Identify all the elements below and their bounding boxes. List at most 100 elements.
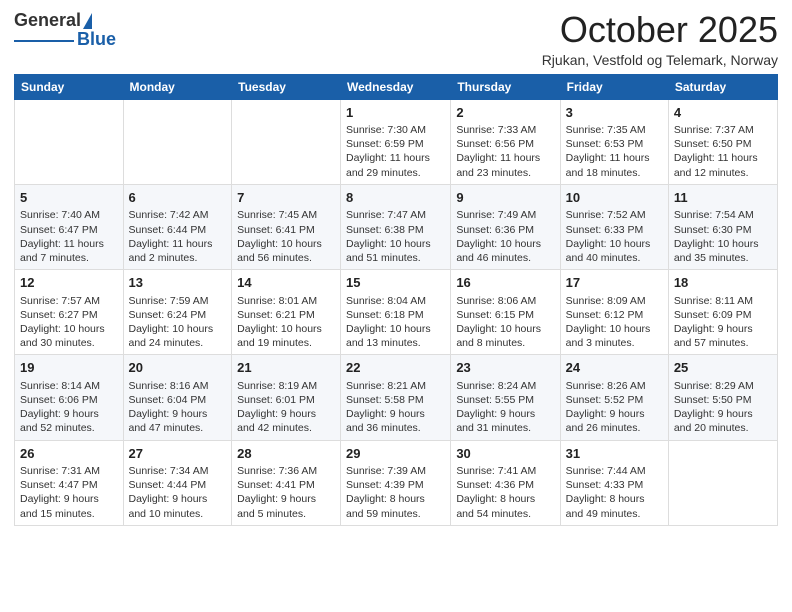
- day-number: 27: [129, 445, 227, 463]
- calendar-cell: 5Sunrise: 7:40 AM Sunset: 6:47 PM Daylig…: [15, 184, 124, 269]
- header-row: Sunday Monday Tuesday Wednesday Thursday…: [15, 74, 778, 99]
- col-thursday: Thursday: [451, 74, 560, 99]
- day-info: Sunrise: 7:49 AM Sunset: 6:36 PM Dayligh…: [456, 208, 554, 265]
- day-info: Sunrise: 8:24 AM Sunset: 5:55 PM Dayligh…: [456, 379, 554, 436]
- day-number: 24: [566, 359, 663, 377]
- week-row-4: 19Sunrise: 8:14 AM Sunset: 6:06 PM Dayli…: [15, 355, 778, 440]
- day-info: Sunrise: 7:40 AM Sunset: 6:47 PM Dayligh…: [20, 208, 118, 265]
- day-info: Sunrise: 7:36 AM Sunset: 4:41 PM Dayligh…: [237, 464, 335, 521]
- calendar-cell: 14 Sunrise: 8:01 AM Sunset: 6:21 PM Dayli…: [232, 270, 341, 355]
- day-info: Sunrise: 7:30 AM Sunset: 6:59 PM Dayligh…: [346, 123, 445, 180]
- day-number: 13: [129, 274, 227, 292]
- day-info: Sunrise: 8:04 AM Sunset: 6:18 PM Dayligh…: [346, 294, 445, 351]
- day-number: 22: [346, 359, 445, 377]
- calendar-cell: 26Sunrise: 7:31 AM Sunset: 4:47 PM Dayli…: [15, 440, 124, 525]
- calendar-cell: 9Sunrise: 7:49 AM Sunset: 6:36 PM Daylig…: [451, 184, 560, 269]
- day-number: 9: [456, 189, 554, 207]
- calendar-cell: 1Sunrise: 7:30 AM Sunset: 6:59 PM Daylig…: [341, 99, 451, 184]
- day-number: 8: [346, 189, 445, 207]
- calendar-cell: 12 Sunrise: 7:57 AM Sunset: 6:27 PM Dayli…: [15, 270, 124, 355]
- col-wednesday: Wednesday: [341, 74, 451, 99]
- day-number: 14: [237, 274, 335, 292]
- day-number: 12: [20, 274, 118, 292]
- logo-general-text: General: [14, 10, 81, 31]
- day-info: Sunrise: 8:21 AM Sunset: 5:58 PM Dayligh…: [346, 379, 445, 436]
- day-number: 17: [566, 274, 663, 292]
- calendar-cell: 30Sunrise: 7:41 AM Sunset: 4:36 PM Dayli…: [451, 440, 560, 525]
- calendar-cell: 10Sunrise: 7:52 AM Sunset: 6:33 PM Dayli…: [560, 184, 668, 269]
- day-info: Sunrise: 7:47 AM Sunset: 6:38 PM Dayligh…: [346, 208, 445, 265]
- col-sunday: Sunday: [15, 74, 124, 99]
- week-row-2: 5Sunrise: 7:40 AM Sunset: 6:47 PM Daylig…: [15, 184, 778, 269]
- calendar-cell: 20Sunrise: 8:16 AM Sunset: 6:04 PM Dayli…: [123, 355, 232, 440]
- calendar-cell: 7Sunrise: 7:45 AM Sunset: 6:41 PM Daylig…: [232, 184, 341, 269]
- col-friday: Friday: [560, 74, 668, 99]
- calendar-cell: 11Sunrise: 7:54 AM Sunset: 6:30 PM Dayli…: [668, 184, 777, 269]
- calendar-cell: [232, 99, 341, 184]
- calendar-cell: 24 Sunrise: 8:26 AM Sunset: 5:52 PM Dayli…: [560, 355, 668, 440]
- day-info: Sunrise: 8:16 AM Sunset: 6:04 PM Dayligh…: [129, 379, 227, 436]
- month-title: October 2025: [542, 10, 778, 50]
- calendar-table: Sunday Monday Tuesday Wednesday Thursday…: [14, 74, 778, 526]
- day-number: 26: [20, 445, 118, 463]
- calendar-cell: 18Sunrise: 8:11 AM Sunset: 6:09 PM Dayli…: [668, 270, 777, 355]
- day-info: Sunrise: 7:57 AM Sunset: 6:27 PM Dayligh…: [20, 294, 118, 351]
- day-info: Sunrise: 8:26 AM Sunset: 5:52 PM Dayligh…: [566, 379, 663, 436]
- day-number: 15: [346, 274, 445, 292]
- day-info: Sunrise: 7:39 AM Sunset: 4:39 PM Dayligh…: [346, 464, 445, 521]
- day-number: 21: [237, 359, 335, 377]
- calendar-cell: 28Sunrise: 7:36 AM Sunset: 4:41 PM Dayli…: [232, 440, 341, 525]
- calendar-cell: 19Sunrise: 8:14 AM Sunset: 6:06 PM Dayli…: [15, 355, 124, 440]
- calendar-cell: 25Sunrise: 8:29 AM Sunset: 5:50 PM Dayli…: [668, 355, 777, 440]
- calendar-cell: 17 Sunrise: 8:09 AM Sunset: 6:12 PM Dayli…: [560, 270, 668, 355]
- calendar-cell: 2Sunrise: 7:33 AM Sunset: 6:56 PM Daylig…: [451, 99, 560, 184]
- day-info: Sunrise: 7:41 AM Sunset: 4:36 PM Dayligh…: [456, 464, 554, 521]
- week-row-5: 26Sunrise: 7:31 AM Sunset: 4:47 PM Dayli…: [15, 440, 778, 525]
- day-info: Sunrise: 7:52 AM Sunset: 6:33 PM Dayligh…: [566, 208, 663, 265]
- day-number: 10: [566, 189, 663, 207]
- col-monday: Monday: [123, 74, 232, 99]
- calendar-cell: [123, 99, 232, 184]
- day-info: Sunrise: 7:34 AM Sunset: 4:44 PM Dayligh…: [129, 464, 227, 521]
- calendar-cell: 3Sunrise: 7:35 AM Sunset: 6:53 PM Daylig…: [560, 99, 668, 184]
- day-info: Sunrise: 8:11 AM Sunset: 6:09 PM Dayligh…: [674, 294, 772, 351]
- day-number: 28: [237, 445, 335, 463]
- day-info: Sunrise: 7:35 AM Sunset: 6:53 PM Dayligh…: [566, 123, 663, 180]
- day-number: 29: [346, 445, 445, 463]
- calendar-cell: 27Sunrise: 7:34 AM Sunset: 4:44 PM Dayli…: [123, 440, 232, 525]
- col-saturday: Saturday: [668, 74, 777, 99]
- day-info: Sunrise: 7:45 AM Sunset: 6:41 PM Dayligh…: [237, 208, 335, 265]
- day-info: Sunrise: 8:06 AM Sunset: 6:15 PM Dayligh…: [456, 294, 554, 351]
- logo: General Blue: [14, 10, 116, 50]
- calendar-cell: 13Sunrise: 7:59 AM Sunset: 6:24 PM Dayli…: [123, 270, 232, 355]
- day-info: Sunrise: 7:31 AM Sunset: 4:47 PM Dayligh…: [20, 464, 118, 521]
- day-info: Sunrise: 8:19 AM Sunset: 6:01 PM Dayligh…: [237, 379, 335, 436]
- col-tuesday: Tuesday: [232, 74, 341, 99]
- day-info: Sunrise: 8:29 AM Sunset: 5:50 PM Dayligh…: [674, 379, 772, 436]
- day-number: 2: [456, 104, 554, 122]
- day-info: Sunrise: 7:33 AM Sunset: 6:56 PM Dayligh…: [456, 123, 554, 180]
- day-number: 7: [237, 189, 335, 207]
- day-info: Sunrise: 7:42 AM Sunset: 6:44 PM Dayligh…: [129, 208, 227, 265]
- day-number: 3: [566, 104, 663, 122]
- day-info: Sunrise: 7:44 AM Sunset: 4:33 PM Dayligh…: [566, 464, 663, 521]
- calendar-cell: 22 Sunrise: 8:21 AM Sunset: 5:58 PM Dayli…: [341, 355, 451, 440]
- day-number: 16: [456, 274, 554, 292]
- day-number: 31: [566, 445, 663, 463]
- day-info: Sunrise: 8:01 AM Sunset: 6:21 PM Dayligh…: [237, 294, 335, 351]
- logo-triangle-icon: [83, 13, 92, 29]
- calendar-page: General Blue October 2025 Rjukan, Vestfo…: [0, 0, 792, 612]
- day-number: 11: [674, 189, 772, 207]
- day-info: Sunrise: 8:14 AM Sunset: 6:06 PM Dayligh…: [20, 379, 118, 436]
- week-row-3: 12 Sunrise: 7:57 AM Sunset: 6:27 PM Dayli…: [15, 270, 778, 355]
- calendar-cell: 15 Sunrise: 8:04 AM Sunset: 6:18 PM Dayli…: [341, 270, 451, 355]
- day-info: Sunrise: 8:09 AM Sunset: 6:12 PM Dayligh…: [566, 294, 663, 351]
- header: General Blue October 2025 Rjukan, Vestfo…: [14, 10, 778, 68]
- calendar-cell: 6Sunrise: 7:42 AM Sunset: 6:44 PM Daylig…: [123, 184, 232, 269]
- subtitle: Rjukan, Vestfold og Telemark, Norway: [542, 52, 778, 68]
- day-info: Sunrise: 7:37 AM Sunset: 6:50 PM Dayligh…: [674, 123, 772, 180]
- title-block: October 2025 Rjukan, Vestfold og Telemar…: [542, 10, 778, 68]
- calendar-cell: [15, 99, 124, 184]
- calendar-cell: 23Sunrise: 8:24 AM Sunset: 5:55 PM Dayli…: [451, 355, 560, 440]
- calendar-cell: 16 Sunrise: 8:06 AM Sunset: 6:15 PM Dayli…: [451, 270, 560, 355]
